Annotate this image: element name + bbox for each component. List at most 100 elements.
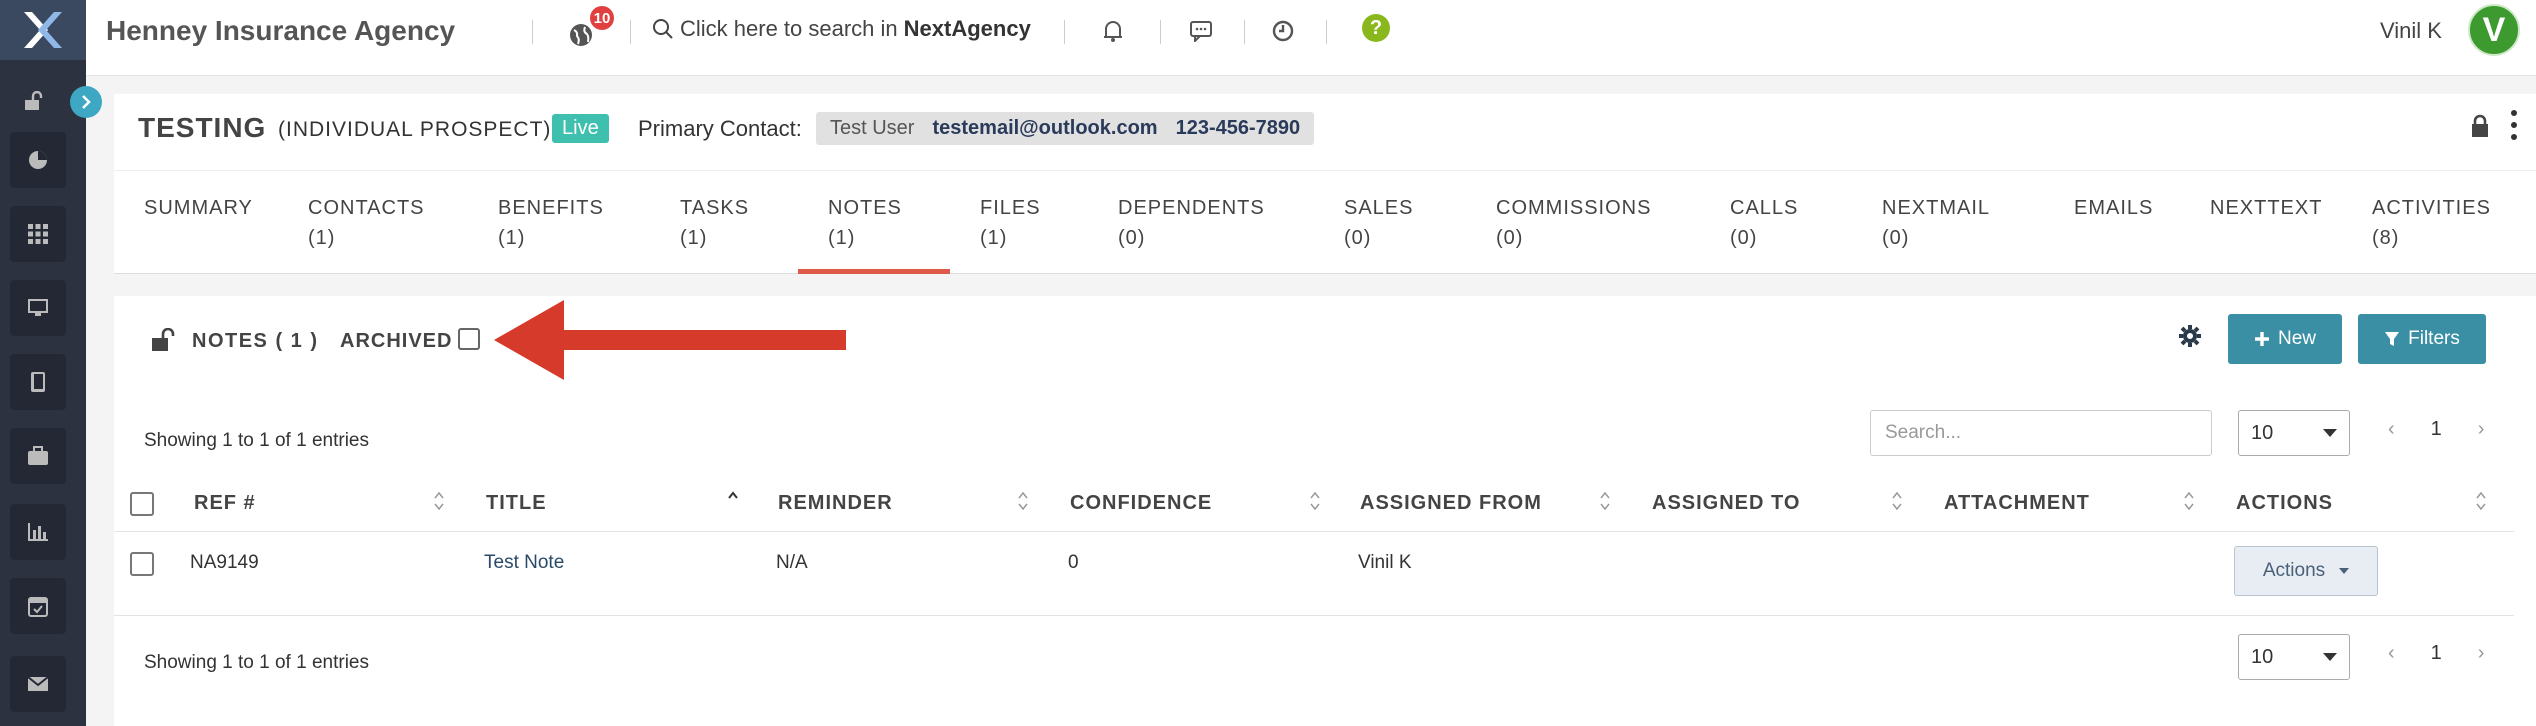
agency-name: Henney Insurance Agency: [106, 15, 456, 46]
book-icon[interactable]: [10, 354, 66, 410]
table-row: NA9149 Test Note N/A 0 Vinil K Actions: [114, 532, 2514, 616]
cell-confidence: 0: [1068, 552, 1079, 573]
tab-nextmail[interactable]: NEXTMAIL (0): [1882, 193, 1990, 253]
sort-icon[interactable]: [434, 490, 444, 512]
help-icon[interactable]: ?: [1362, 14, 1390, 42]
sidebar-expand-button[interactable]: [70, 86, 102, 118]
sort-icon[interactable]: [2184, 490, 2194, 512]
primary-contact-box[interactable]: Test User testemail@outlook.com 123-456-…: [816, 112, 1315, 145]
table-header: REF # TITLE REMINDER CONFIDENCE ASSIGNED…: [114, 472, 2514, 532]
chat-icon[interactable]: [1186, 16, 1216, 46]
tab-benefits[interactable]: BENEFITS (1): [498, 193, 604, 253]
sort-icon[interactable]: [2476, 490, 2486, 512]
filters-button[interactable]: Filters: [2358, 314, 2486, 364]
contact-name: Test User: [830, 117, 915, 139]
logo[interactable]: [0, 0, 86, 60]
notes-search-input[interactable]: Search...: [1870, 410, 2212, 456]
bell-icon[interactable]: [1098, 16, 1128, 46]
notes-title: NOTES ( 1 ): [192, 330, 319, 352]
divider: [1326, 20, 1327, 44]
sort-icon[interactable]: [1600, 490, 1610, 512]
prev-page-icon[interactable]: ‹: [2388, 642, 2395, 665]
archived-checkbox[interactable]: [458, 328, 480, 350]
col-attachment[interactable]: ATTACHMENT: [1944, 492, 2090, 515]
tab-activities[interactable]: ACTIVITIES (8): [2372, 193, 2491, 253]
annotation-arrow-icon: [494, 300, 846, 380]
active-tab-indicator: [798, 269, 950, 274]
tab-calls[interactable]: CALLS (0): [1730, 193, 1798, 253]
record-type: (INDIVIDUAL PROSPECT): [278, 118, 552, 141]
archived-label: ARCHIVED: [340, 330, 453, 352]
nextagency-logo-icon: [24, 12, 62, 48]
tab-notes[interactable]: NOTES (1): [828, 193, 902, 253]
notes-panel: NOTES ( 1 ) ARCHIVED New Filters Showing…: [114, 296, 2536, 726]
page-size-select-bottom[interactable]: 10: [2238, 634, 2350, 680]
sort-icon[interactable]: [1892, 490, 1902, 512]
record-tabs: SUMMARY CONTACTS (1) BENEFITS (1) TASKS (1)…: [114, 170, 2536, 274]
col-assigned-to[interactable]: ASSIGNED TO: [1652, 492, 1800, 515]
unlock-icon[interactable]: [16, 86, 52, 116]
primary-contact-label: Primary Contact:: [638, 116, 802, 141]
col-ref[interactable]: REF #: [194, 492, 256, 515]
contact-phone[interactable]: 123-456-7890: [1176, 117, 1301, 140]
cell-assigned-from: Vinil K: [1358, 552, 1412, 573]
pagination-bottom: ‹ 1 ›: [2388, 642, 2484, 665]
unlock-icon[interactable]: [150, 327, 178, 357]
plus-icon: [2254, 332, 2269, 346]
chevron-right-icon: [82, 95, 91, 109]
tab-commissions[interactable]: COMMISSIONS (0): [1496, 193, 1651, 253]
select-all-checkbox[interactable]: [130, 492, 154, 516]
global-search[interactable]: Click here to search in NextAgency: [652, 16, 1031, 42]
dashboard-pie-icon[interactable]: [10, 132, 66, 188]
next-page-icon[interactable]: ›: [2478, 418, 2485, 441]
search-brand: NextAgency: [903, 16, 1031, 41]
record-name: TESTING: [138, 112, 267, 143]
clock-icon[interactable]: [1268, 16, 1298, 46]
tab-tasks[interactable]: TASKS (1): [680, 193, 749, 253]
tab-emails[interactable]: EMAILS: [2074, 193, 2153, 223]
notification-badge: 10: [590, 6, 614, 30]
lock-icon[interactable]: [2470, 114, 2490, 143]
tab-nexttext[interactable]: NEXTTEXT: [2210, 193, 2322, 223]
apps-grid-icon[interactable]: [10, 206, 66, 262]
sort-icon[interactable]: [1018, 490, 1028, 512]
col-confidence[interactable]: CONFIDENCE: [1070, 492, 1212, 515]
filter-icon: [2385, 332, 2400, 346]
col-actions[interactable]: ACTIONS: [2236, 492, 2333, 515]
next-page-icon[interactable]: ›: [2478, 642, 2485, 665]
tab-summary[interactable]: SUMMARY: [144, 193, 253, 223]
tab-contacts[interactable]: CONTACTS (1): [308, 193, 425, 253]
cell-title-link[interactable]: Test Note: [484, 552, 564, 574]
divider: [1244, 20, 1245, 44]
page-number[interactable]: 1: [2431, 418, 2442, 441]
row-actions-button[interactable]: Actions: [2234, 546, 2378, 596]
contact-email[interactable]: testemail@outlook.com: [932, 117, 1157, 140]
gear-icon[interactable]: [2178, 324, 2202, 353]
col-title[interactable]: TITLE: [486, 492, 547, 515]
col-reminder[interactable]: REMINDER: [778, 492, 893, 515]
page-size-select-top[interactable]: 10: [2238, 410, 2350, 456]
avatar[interactable]: V: [2468, 4, 2520, 56]
bar-chart-icon[interactable]: [10, 504, 66, 560]
new-note-button[interactable]: New: [2228, 314, 2342, 364]
user-name[interactable]: Vinil K: [2380, 18, 2442, 44]
divider: [1064, 20, 1065, 44]
monitor-icon[interactable]: [10, 280, 66, 336]
tab-files[interactable]: FILES (1): [980, 193, 1041, 253]
col-assigned-from[interactable]: ASSIGNED FROM: [1360, 492, 1542, 515]
divider: [1160, 20, 1161, 44]
tab-sales[interactable]: SALES (0): [1344, 193, 1413, 253]
sort-asc-icon[interactable]: [728, 490, 738, 512]
sort-icon[interactable]: [1310, 490, 1320, 512]
more-options-icon[interactable]: [2508, 110, 2520, 140]
briefcase-icon[interactable]: [10, 428, 66, 484]
search-prefix: Click here to search in: [680, 16, 898, 41]
entries-info-top: Showing 1 to 1 of 1 entries: [144, 430, 369, 451]
prev-page-icon[interactable]: ‹: [2388, 418, 2395, 441]
calendar-check-icon[interactable]: [10, 578, 66, 634]
mail-icon[interactable]: [10, 656, 66, 712]
page-number[interactable]: 1: [2431, 642, 2442, 665]
row-checkbox[interactable]: [130, 552, 154, 576]
pagination-top: ‹ 1 ›: [2388, 418, 2484, 441]
tab-dependents[interactable]: DEPENDENTS (0): [1118, 193, 1265, 253]
